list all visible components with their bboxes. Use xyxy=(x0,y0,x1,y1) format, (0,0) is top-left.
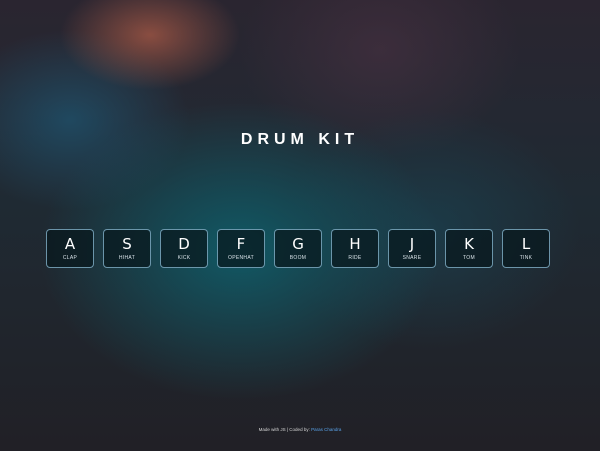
key-letter: L xyxy=(521,235,531,253)
key-letter: K xyxy=(464,235,474,253)
key-sound-label: HIHAT xyxy=(118,255,136,261)
drum-key-h[interactable]: H RIDE xyxy=(331,229,379,268)
drum-key-d[interactable]: D KICK xyxy=(160,229,208,268)
key-sound-label: OPENHAT xyxy=(228,255,254,261)
author-link[interactable]: Paras Chandra xyxy=(311,427,341,432)
key-letter: S xyxy=(122,235,132,253)
key-letter: A xyxy=(64,235,76,253)
key-letter: H xyxy=(349,235,361,253)
drum-key-j[interactable]: J SNARE xyxy=(388,229,436,268)
key-letter: J xyxy=(409,235,415,253)
key-letter: D xyxy=(178,235,190,253)
page-title: DRUM KIT xyxy=(240,130,360,148)
drum-key-l[interactable]: L TINK xyxy=(502,229,550,268)
key-sound-label: BOOM xyxy=(289,255,307,261)
drum-key-f[interactable]: F OPENHAT xyxy=(217,229,265,268)
drum-key-s[interactable]: S HIHAT xyxy=(103,229,151,268)
drum-key-a[interactable]: A CLAP xyxy=(46,229,94,268)
footer-text: Made with JS | Coded by: xyxy=(258,427,312,432)
key-sound-label: TOM xyxy=(463,255,475,261)
key-sound-label: RIDE xyxy=(348,255,362,261)
key-sound-label: TINK xyxy=(519,255,533,261)
key-sound-label: CLAP xyxy=(62,255,78,261)
key-letter: F xyxy=(236,235,246,253)
key-sound-label: KICK xyxy=(177,255,191,261)
footer: Made with JS | Coded by: Paras Chandra xyxy=(0,427,600,432)
drum-key-k[interactable]: K TOM xyxy=(445,229,493,268)
key-letter: G xyxy=(292,235,304,253)
drum-key-g[interactable]: G BOOM xyxy=(274,229,322,268)
drum-keys: A CLAP S HIHAT D KICK F OPENHAT G BOOM H… xyxy=(46,229,550,268)
key-sound-label: SNARE xyxy=(402,255,422,261)
